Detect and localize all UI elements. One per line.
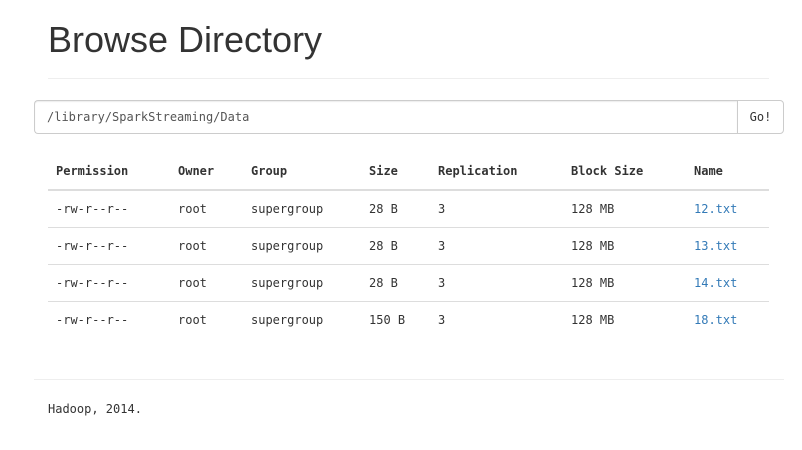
- cell-replication: 3: [438, 202, 446, 216]
- cell-name: 12.txt: [686, 190, 769, 228]
- page-title: Browse Directory: [48, 19, 323, 60]
- cell-permission: -rw-r--r--: [48, 227, 170, 265]
- cell-block-size: 128 MB: [563, 264, 686, 302]
- cell-size: 28 B: [369, 202, 398, 216]
- cell-replication: 3: [430, 301, 563, 338]
- column-header-block-size[interactable]: Block Size: [563, 153, 686, 191]
- path-form: Go!: [34, 100, 784, 134]
- table-row: -rw-r--r-- root supergroup 28 B 3 128 MB…: [48, 190, 769, 228]
- cell-group: supergroup: [243, 264, 361, 302]
- cell-block-size: 128 MB: [563, 301, 686, 338]
- column-header-replication[interactable]: Replication: [430, 153, 563, 191]
- cell-owner: root: [170, 264, 243, 302]
- cell-owner: root: [170, 227, 243, 265]
- cell-name: 13.txt: [686, 227, 769, 265]
- go-button[interactable]: Go!: [737, 100, 784, 134]
- column-header-owner[interactable]: Owner: [170, 153, 243, 191]
- cell-owner: root: [170, 301, 243, 338]
- column-header-name[interactable]: Name: [686, 153, 769, 191]
- table-header-row: Permission Owner Group Size Replication …: [48, 153, 769, 191]
- footer-text: Hadoop, 2014.: [48, 402, 142, 416]
- cell-permission: -rw-r--r--: [56, 202, 129, 216]
- directory-listing-table: Permission Owner Group Size Replication …: [48, 153, 769, 338]
- column-header-permission[interactable]: Permission: [48, 153, 170, 191]
- cell-permission: -rw-r--r--: [48, 301, 170, 338]
- cell-block-size: 128 MB: [563, 227, 686, 265]
- cell-block-size: 128 MB: [571, 202, 615, 216]
- cell-name: 14.txt: [686, 264, 769, 302]
- cell-name: 18.txt: [686, 301, 769, 338]
- page-header: Browse Directory: [48, 0, 769, 79]
- cell-replication: 3: [430, 264, 563, 302]
- cell-permission: -rw-r--r--: [48, 264, 170, 302]
- file-link[interactable]: 12.txt: [694, 202, 737, 216]
- table-row: -rw-r--r-- root supergroup 28 B 3 128 MB…: [48, 264, 769, 302]
- footer-divider: [34, 379, 784, 380]
- table-row: -rw-r--r-- root supergroup 150 B 3 128 M…: [48, 301, 769, 338]
- table-row: -rw-r--r-- root supergroup 28 B 3 128 MB…: [48, 227, 769, 265]
- file-link[interactable]: 18.txt: [694, 313, 737, 327]
- file-link[interactable]: 14.txt: [694, 276, 737, 290]
- cell-group: supergroup: [251, 202, 324, 216]
- cell-owner: root: [178, 202, 207, 216]
- directory-path-input[interactable]: [34, 100, 737, 134]
- file-link[interactable]: 13.txt: [694, 239, 737, 253]
- cell-size: 150 B: [361, 301, 430, 338]
- cell-group: supergroup: [243, 227, 361, 265]
- cell-group: supergroup: [243, 301, 361, 338]
- cell-size: 28 B: [361, 264, 430, 302]
- column-header-size[interactable]: Size: [361, 153, 430, 191]
- column-header-group[interactable]: Group: [243, 153, 361, 191]
- cell-size: 28 B: [361, 227, 430, 265]
- cell-replication: 3: [430, 227, 563, 265]
